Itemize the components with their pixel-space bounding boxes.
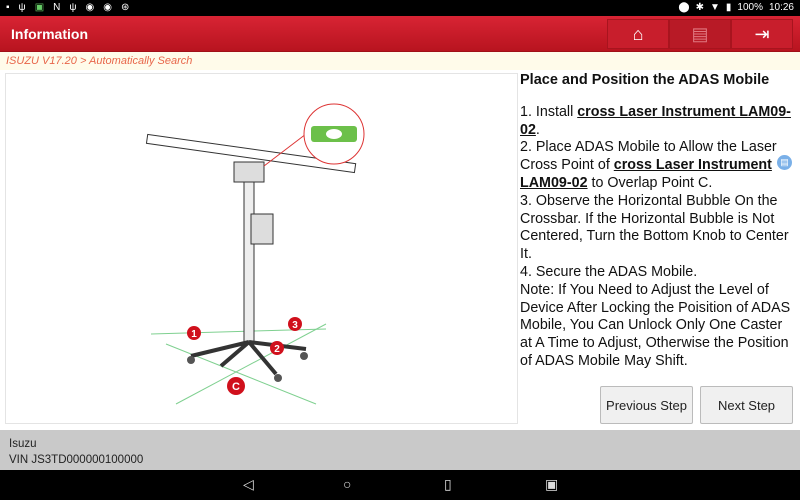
notification-icons: ▪ ψ ▣ Nψ ◉ ◉ ⊛ bbox=[6, 2, 130, 13]
previous-step-button[interactable]: Previous Step bbox=[600, 386, 693, 424]
label-1: 1 bbox=[187, 326, 201, 340]
bluetooth-icon: ✱ bbox=[695, 2, 704, 13]
battery-level: 100% bbox=[737, 2, 763, 13]
instructions: Place and Position the ADAS Mobile 1. In… bbox=[520, 72, 796, 371]
recents-icon[interactable]: ▯ bbox=[444, 476, 452, 493]
clock: 10:26 bbox=[768, 2, 794, 13]
step-4: 4. Secure the ADAS Mobile. bbox=[520, 263, 698, 280]
screenshot-icon[interactable]: ▣ bbox=[545, 476, 558, 493]
step-3: 3. Observe the Horizontal Bubble On the … bbox=[520, 192, 789, 263]
location-icon: ⬤ bbox=[678, 2, 690, 13]
print-icon: ▤ bbox=[691, 23, 709, 44]
home-circle-icon[interactable]: ○ bbox=[343, 476, 351, 492]
vehicle-make: Isuzu bbox=[9, 438, 37, 450]
back-icon[interactable]: ◁ bbox=[243, 476, 254, 493]
floating-note-icon[interactable]: ▤ bbox=[777, 155, 792, 170]
next-step-button[interactable]: Next Step bbox=[700, 386, 793, 424]
adas-mobile-figure: 1 2 3 C bbox=[5, 73, 518, 424]
wifi-icon: ▼ bbox=[709, 2, 720, 13]
step-2: 2. Place ADAS Mobile to Allow the Laser … bbox=[520, 139, 777, 191]
instructions-title: Place and Position the ADAS Mobile bbox=[520, 72, 770, 88]
svg-text:1: 1 bbox=[191, 329, 197, 340]
step-1: 1. Install cross Laser Instrument LAM09-… bbox=[520, 103, 791, 138]
svg-text:2: 2 bbox=[274, 344, 280, 355]
label-c: C bbox=[227, 377, 245, 395]
exit-button[interactable]: ⇥ bbox=[731, 19, 793, 49]
status-bar: ▪ ψ ▣ Nψ ◉ ◉ ⊛ ⬤ ✱ ▼ ▮ 100% 10:26 bbox=[0, 0, 800, 16]
battery-icon: ▮ bbox=[725, 2, 732, 13]
label-3: 3 bbox=[288, 317, 302, 331]
print-button[interactable]: ▤ bbox=[669, 19, 731, 49]
breadcrumb: ISUZU V17.20 > Automatically Search bbox=[0, 52, 800, 70]
home-button[interactable]: ⌂ bbox=[607, 19, 669, 49]
vehicle-info: Isuzu VIN JS3TD000000100000 bbox=[0, 430, 800, 470]
svg-text:C: C bbox=[232, 381, 240, 393]
exit-icon: ⇥ bbox=[754, 23, 770, 44]
vehicle-vin: VIN JS3TD000000100000 bbox=[9, 454, 144, 466]
home-icon: ⌂ bbox=[632, 23, 644, 44]
page-title: Information bbox=[11, 26, 88, 42]
svg-text:3: 3 bbox=[292, 320, 298, 331]
label-2: 2 bbox=[270, 341, 284, 355]
android-nav-bar: ◁ ○ ▯ ▣ bbox=[0, 470, 800, 500]
note: Note: If You Need to Adjust the Level of… bbox=[520, 281, 791, 369]
app-header: Information ⌂ ▤ ⇥ bbox=[0, 16, 800, 52]
